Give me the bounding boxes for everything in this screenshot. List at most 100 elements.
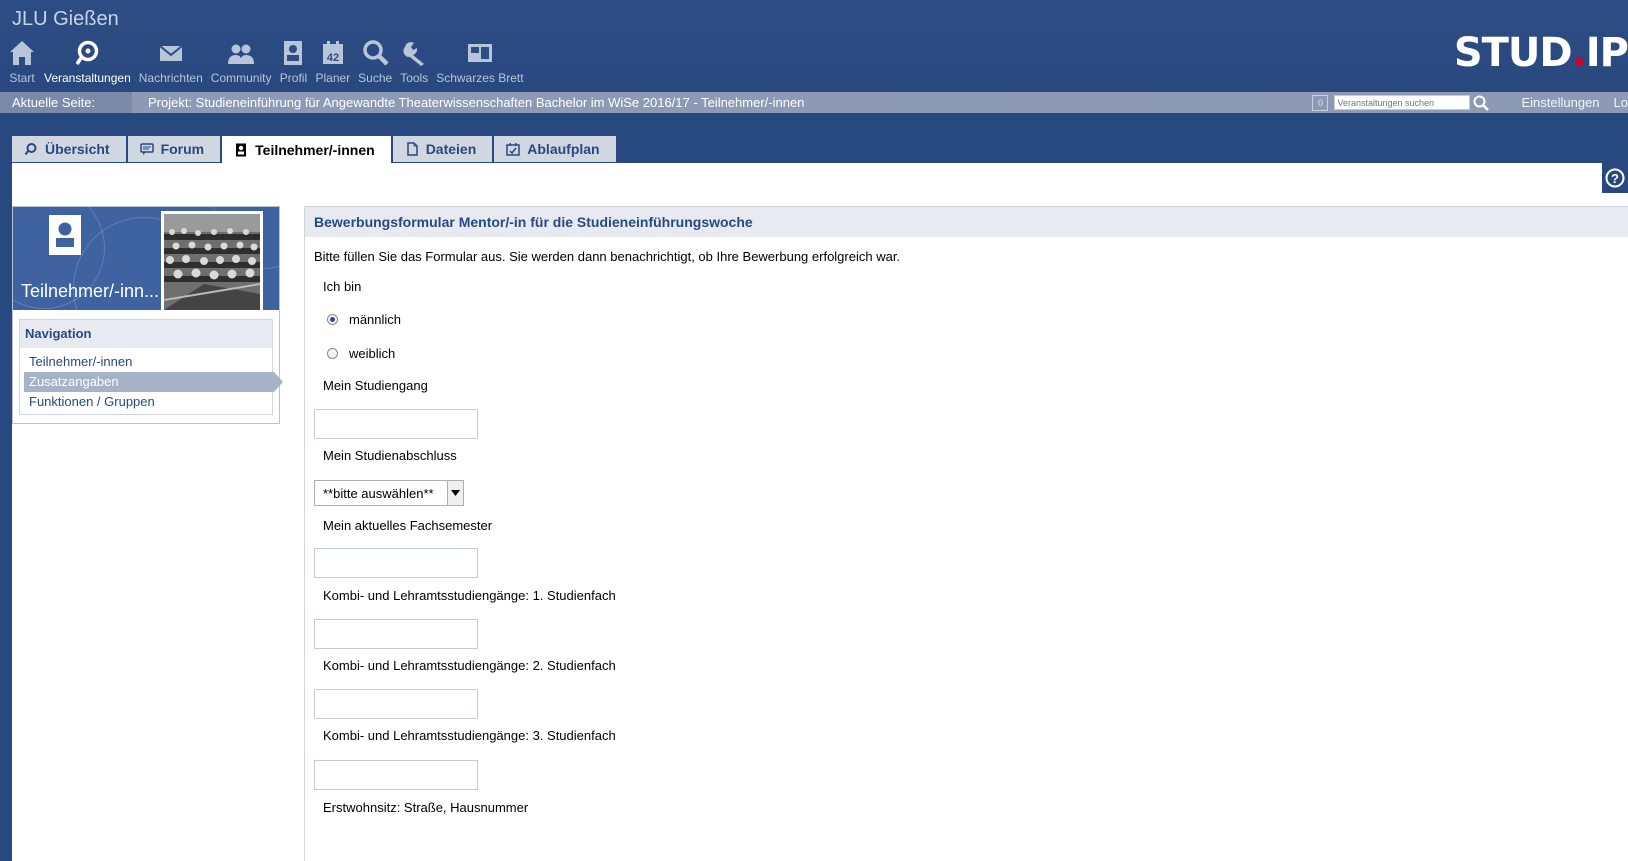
sidebar-item-zusatzangaben[interactable]: Zusatzangaben <box>24 372 283 392</box>
nav-schwarzes-brett-label: Schwarzes Brett <box>436 71 524 85</box>
course-image <box>161 211 263 313</box>
studienfach1-field[interactable] <box>314 619 478 649</box>
overview-icon <box>24 143 37 156</box>
breadcrumb-arrow <box>120 92 130 112</box>
nav-schwarzes-brett[interactable]: Schwarzes Brett <box>432 38 527 90</box>
mail-icon <box>159 45 183 61</box>
wrench-icon <box>403 42 425 66</box>
search-icon[interactable] <box>1473 95 1490 111</box>
breadcrumb-label: Aktuelle Seite: <box>0 92 132 113</box>
breadcrumb: Aktuelle Seite: Projekt: Studieneinführu… <box>0 92 1628 113</box>
main-navigation: Start Veranstaltungen Nachrichten Commun… <box>4 38 528 90</box>
tab-teilnehmer[interactable]: Teilnehmer/-innen <box>222 136 391 163</box>
board-icon <box>467 44 492 62</box>
top-header: JLU Gießen Start Veranstaltungen Nachric… <box>0 0 1628 92</box>
logout-link[interactable]: Lo <box>1614 95 1628 110</box>
tab-uebersicht-label: Übersicht <box>45 141 110 157</box>
radio-male-label: männlich <box>349 312 402 327</box>
files-icon <box>406 142 418 156</box>
nav-start-label: Start <box>9 71 35 85</box>
nav-planer[interactable]: 42 Planer <box>311 38 354 90</box>
nav-veranstaltungen-label: Veranstaltungen <box>44 71 131 85</box>
gender-label: Ich bin <box>323 279 362 294</box>
studienfach3-field[interactable] <box>314 760 478 790</box>
participants-icon <box>49 215 81 255</box>
studiengang-field[interactable] <box>314 409 478 439</box>
abschluss-label: Mein Studienabschluss <box>323 448 457 463</box>
tab-forum[interactable]: Forum <box>127 136 221 162</box>
nav-suche-label: Suche <box>358 71 393 85</box>
tab-teilnehmer-label: Teilnehmer/-innen <box>255 141 375 158</box>
chevron-down-icon[interactable] <box>447 481 463 505</box>
sidebar-item-teilnehmer[interactable]: Teilnehmer/-innen <box>20 352 272 372</box>
logo-text: STUD <box>1453 30 1573 76</box>
nav-nachrichten[interactable]: Nachrichten <box>135 38 207 90</box>
tab-forum-label: Forum <box>160 141 205 157</box>
settings-link[interactable]: Einstellungen <box>1521 95 1599 110</box>
tab-ablaufplan[interactable]: Ablaufplan <box>494 136 616 162</box>
nav-profil-label: Profil <box>279 71 308 85</box>
nav-start[interactable]: Start <box>4 38 40 90</box>
studienfach2-field[interactable] <box>314 689 478 719</box>
radio-male[interactable] <box>327 314 338 325</box>
help-icon: ? <box>1605 168 1625 188</box>
breadcrumb-text[interactable]: Projekt: Studieneinführung für Angewandt… <box>148 92 804 113</box>
studiengang-label: Mein Studiengang <box>323 378 428 393</box>
sidebar-item-funktionen-gruppen[interactable]: Funktionen / Gruppen <box>20 392 272 412</box>
nav-nachrichten-label: Nachrichten <box>138 71 203 85</box>
abschluss-select[interactable]: **bitte auswählen** <box>314 480 464 506</box>
sidebar-title: Teilnehmer/-inn... <box>21 281 160 301</box>
tab-dateien-label: Dateien <box>425 141 477 157</box>
profile-icon <box>284 41 303 65</box>
header-right-tools: 0 Einstellungen Lo <box>1312 92 1628 113</box>
search-icon <box>363 40 389 66</box>
lecture-hall-image <box>163 214 261 310</box>
nav-community-label: Community <box>210 71 272 85</box>
university-name: JLU Gießen <box>12 8 119 30</box>
nav-profil[interactable]: Profil <box>275 38 311 90</box>
logo-ip: IP <box>1585 30 1628 76</box>
wohnsitz-label: Erstwohnsitz: Straße, Hausnummer <box>323 800 529 815</box>
sidebar-nav-heading: Navigation <box>20 320 272 348</box>
form-heading: Bewerbungsformular Mentor/-in für die St… <box>305 207 1628 237</box>
svg-text:?: ? <box>1611 171 1619 186</box>
forum-icon <box>139 143 154 155</box>
form-intro: Bitte füllen Sie das Formular aus. Sie w… <box>314 249 901 264</box>
gender-option-male[interactable]: männlich <box>327 312 401 327</box>
calendar-icon: 42 <box>322 41 343 64</box>
nav-tools[interactable]: Tools <box>396 38 432 90</box>
radio-female-label: weiblich <box>349 346 396 361</box>
notification-count[interactable]: 0 <box>1312 94 1329 111</box>
sidebar-navigation: Navigation Teilnehmer/-innen Zusatzangab… <box>19 319 283 415</box>
logo-dot: . <box>1571 30 1587 76</box>
course-search-input[interactable] <box>1334 95 1471 110</box>
nav-community[interactable]: Community <box>207 38 276 90</box>
fachsemester-field[interactable] <box>314 548 478 578</box>
studienfach3-label: Kombi- und Lehramtsstudiengänge: 3. Stud… <box>323 728 616 743</box>
nav-planer-label: Planer <box>315 71 351 85</box>
help-button[interactable]: ? <box>1602 163 1628 193</box>
application-form: Bewerbungsformular Mentor/-in für die St… <box>304 206 1628 861</box>
course-tabs: Übersicht Forum Teilnehmer/-innen Dateie… <box>12 136 618 163</box>
home-icon <box>10 41 34 65</box>
left-page-border <box>0 163 12 861</box>
nav-veranstaltungen[interactable]: Veranstaltungen <box>40 38 135 90</box>
studienfach1-label: Kombi- und Lehramtsstudiengänge: 1. Stud… <box>323 588 616 603</box>
fachsemester-label: Mein aktuelles Fachsemester <box>323 518 493 533</box>
studip-logo[interactable]: STUD.IP <box>1454 30 1628 76</box>
gender-option-female[interactable]: weiblich <box>327 346 395 361</box>
courses-icon <box>75 40 99 65</box>
calendar-day-number: 42 <box>327 52 339 64</box>
nav-tools-label: Tools <box>400 71 429 85</box>
studienfach2-label: Kombi- und Lehramtsstudiengänge: 2. Stud… <box>323 658 616 673</box>
tab-uebersicht[interactable]: Übersicht <box>12 136 126 162</box>
tab-dateien[interactable]: Dateien <box>392 136 493 162</box>
sidebar: Teilnehmer/-inn... Navigation Teilnehmer… <box>12 206 283 424</box>
abschluss-selected-value: **bitte auswählen** <box>323 485 434 501</box>
participants-icon <box>236 143 247 156</box>
schedule-icon <box>506 143 521 156</box>
community-icon <box>228 44 255 64</box>
tab-ablaufplan-label: Ablaufplan <box>527 141 600 157</box>
nav-suche[interactable]: Suche <box>354 38 396 90</box>
radio-female[interactable] <box>327 348 338 359</box>
